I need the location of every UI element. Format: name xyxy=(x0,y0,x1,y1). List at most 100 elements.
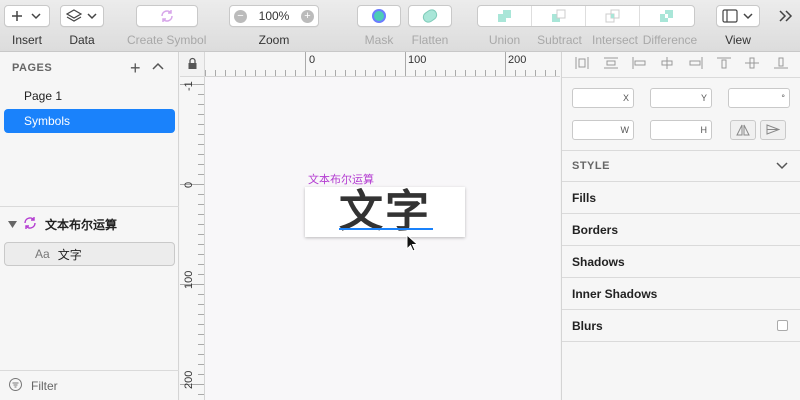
ruler-vertical: -1 0 100 200 xyxy=(180,77,205,400)
create-symbol-button[interactable] xyxy=(135,5,198,27)
inner-shadows-section[interactable]: Inner Shadows xyxy=(562,278,800,310)
align-left-icon[interactable] xyxy=(632,57,646,72)
zoom-label: Zoom xyxy=(258,33,290,47)
ruler-label: 0 xyxy=(309,54,316,66)
layers-icon xyxy=(66,9,97,22)
ruler-label: 100 xyxy=(408,54,427,66)
zoom-control[interactable]: − 100% + xyxy=(229,5,319,27)
left-panel: PAGES + Page 1 Symbols 文本布尔运算 Aa 文字 Filt… xyxy=(0,52,179,400)
page-item-symbols[interactable]: Symbols xyxy=(4,109,175,133)
view-button[interactable] xyxy=(716,5,760,27)
hover-underline xyxy=(339,228,433,230)
ruler-label: 200 xyxy=(183,370,195,389)
fills-label: Fills xyxy=(572,190,597,205)
symbol-artboard[interactable]: 文字 xyxy=(305,187,465,237)
lock-icon xyxy=(188,57,197,69)
shadows-section[interactable]: Shadows xyxy=(562,246,800,278)
union-label: Union xyxy=(488,33,521,47)
view-group: View xyxy=(716,5,760,47)
ruler-ticks-horizontal xyxy=(205,52,556,76)
difference-icon xyxy=(660,10,673,22)
flatten-group: Flatten xyxy=(408,5,452,47)
shadows-label: Shadows xyxy=(572,254,625,269)
flip-horizontal-button[interactable] xyxy=(730,120,756,140)
union-button[interactable] xyxy=(478,6,532,26)
mask-group: Mask xyxy=(357,5,401,47)
intersect-label: Intersect xyxy=(591,33,639,47)
layer-child-label: 文字 xyxy=(57,247,82,262)
plus-icon xyxy=(12,11,41,21)
difference-button[interactable] xyxy=(640,6,694,26)
rotation-field[interactable]: ° xyxy=(728,88,790,108)
blurs-checkbox[interactable] xyxy=(777,320,788,331)
ruler-lock-corner[interactable] xyxy=(180,52,205,77)
subtract-icon xyxy=(551,9,565,22)
add-page-icon[interactable]: + xyxy=(130,58,141,79)
data-group: Data xyxy=(60,5,104,47)
view-label: View xyxy=(725,33,751,47)
subtract-label: Subtract xyxy=(537,33,582,47)
inspector-panel: X Y ° W H STYLE Fills Borders Shadows In… xyxy=(561,52,800,400)
borders-section[interactable]: Borders xyxy=(562,214,800,246)
x-field[interactable]: X xyxy=(572,88,634,108)
flatten-label: Flatten xyxy=(411,33,449,47)
layer-text-item[interactable]: Aa 文字 xyxy=(4,242,175,266)
layer-symbol-group[interactable]: 文本布尔运算 xyxy=(0,208,179,240)
mask-button[interactable] xyxy=(357,5,401,27)
filter-bar[interactable]: Filter xyxy=(0,370,179,400)
chevron-up-icon[interactable] xyxy=(152,60,164,74)
disclosure-triangle-icon[interactable] xyxy=(8,217,17,231)
align-bottom-icon[interactable] xyxy=(773,57,788,72)
height-field[interactable]: H xyxy=(650,120,712,140)
intersect-icon xyxy=(605,9,619,23)
distribute-horizontal-icon[interactable] xyxy=(575,57,589,72)
flip-horizontal-icon xyxy=(736,124,750,136)
align-middle-vertical-icon[interactable] xyxy=(745,57,760,72)
boolean-group xyxy=(477,5,695,27)
flip-vertical-icon xyxy=(766,124,780,135)
filter-label: Filter xyxy=(31,378,58,393)
align-top-icon[interactable] xyxy=(717,57,732,72)
ruler-label: 200 xyxy=(508,54,527,66)
insert-group: Insert xyxy=(4,5,50,47)
inner-shadows-label: Inner Shadows xyxy=(572,286,658,301)
zoom-out-icon[interactable]: − xyxy=(234,9,247,23)
canvas[interactable]: 文本布尔运算 文字 xyxy=(205,77,560,400)
style-heading: STYLE xyxy=(572,160,610,172)
symbol-icon xyxy=(23,216,37,233)
zoom-value: 100% xyxy=(258,9,290,23)
align-right-icon[interactable] xyxy=(689,57,703,72)
ruler-label: 0 xyxy=(183,181,195,188)
fills-section[interactable]: Fills xyxy=(562,182,800,214)
y-field[interactable]: Y xyxy=(650,88,712,108)
alignment-toolbar xyxy=(562,52,800,78)
flip-vertical-button[interactable] xyxy=(760,120,786,140)
view-icon xyxy=(722,9,753,23)
insert-button[interactable] xyxy=(4,5,50,27)
flatten-button[interactable] xyxy=(408,5,452,27)
data-label: Data xyxy=(69,33,95,47)
mask-label: Mask xyxy=(364,33,394,47)
mask-icon xyxy=(372,9,386,23)
symbol-icon xyxy=(160,10,173,22)
style-section-header[interactable]: STYLE xyxy=(562,150,800,182)
overflow-chevron-icon[interactable] xyxy=(778,9,794,26)
distribute-vertical-icon[interactable] xyxy=(603,57,618,72)
create-symbol-group: Create Symbol xyxy=(127,5,206,47)
chevron-down-icon[interactable] xyxy=(776,161,788,173)
artboard-title[interactable]: 文本布尔运算 xyxy=(308,171,374,187)
page-item-page-1[interactable]: Page 1 xyxy=(4,84,175,108)
width-field[interactable]: W xyxy=(572,120,634,140)
data-button[interactable] xyxy=(60,5,104,27)
mouse-cursor-icon xyxy=(406,233,419,255)
pages-heading: PAGES xyxy=(12,62,53,74)
zoom-in-icon[interactable]: + xyxy=(300,9,314,23)
subtract-button[interactable] xyxy=(532,6,586,26)
ruler-horizontal: 0 100 200 xyxy=(205,52,560,77)
align-center-horizontal-icon[interactable] xyxy=(660,57,674,72)
blurs-label: Blurs xyxy=(572,318,603,333)
blurs-section[interactable]: Blurs xyxy=(562,310,800,342)
ruler-label: -1 xyxy=(183,81,195,91)
boolean-ops xyxy=(477,5,695,27)
intersect-button[interactable] xyxy=(586,6,640,26)
